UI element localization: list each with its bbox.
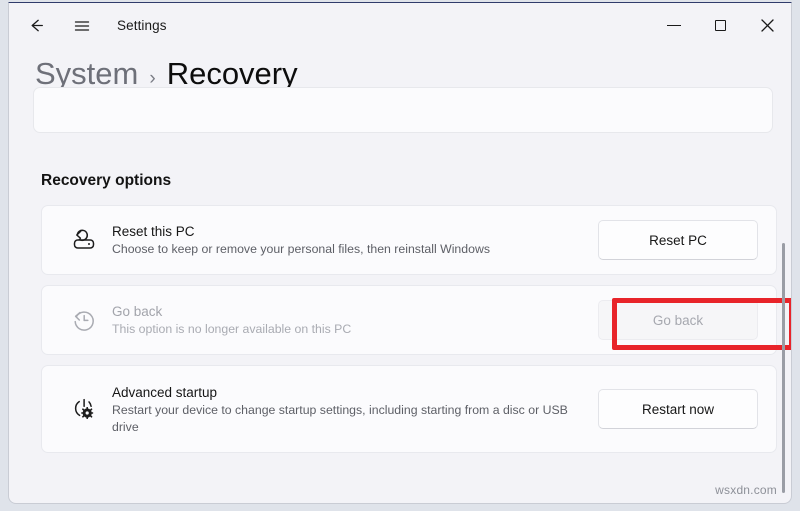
history-clock-icon [62,306,106,334]
scrolled-off-card[interactable] [33,87,773,133]
go-back-button: Go back [598,300,758,340]
scrolled-off-card-text [106,88,109,100]
section-heading: Recovery options [41,172,172,189]
close-button[interactable] [744,3,791,48]
restart-now-button[interactable]: Restart now [598,389,758,429]
minimize-button[interactable] [650,3,697,48]
hamburger-menu-button[interactable] [65,9,99,43]
settings-content-area: Recovery options Reset this PC Choose to… [9,87,791,503]
scrollbar-thumb[interactable] [782,243,785,493]
settings-window: Settings System › Recovery Recovery opti… [8,2,792,504]
hamburger-menu-icon [74,20,90,31]
option-text-go-back: Go back This option is no longer availab… [106,302,598,338]
title-bar: Settings [9,3,791,48]
minimize-icon [666,24,681,27]
close-icon [761,19,774,32]
vertical-scrollbar[interactable] [779,205,788,503]
option-row-advanced-startup[interactable]: Advanced startup Restart your device to … [41,365,777,453]
maximize-button[interactable] [697,3,744,48]
watermark: wsxdn.com [715,483,777,497]
option-title: Advanced startup [112,384,218,400]
back-button[interactable] [19,9,53,43]
reset-pc-button[interactable]: Reset PC [598,220,758,260]
option-description: Restart your device to change startup se… [112,402,568,434]
reset-pc-icon [62,226,106,254]
power-gear-icon [62,395,106,423]
option-text-reset-this-pc: Reset this PC Choose to keep or remove y… [106,222,598,258]
option-description: Choose to keep or remove your personal f… [112,242,490,256]
app-title: Settings [117,18,167,33]
option-row-reset-this-pc[interactable]: Reset this PC Choose to keep or remove y… [41,205,777,275]
maximize-icon [715,20,726,31]
back-arrow-icon [31,19,43,32]
option-text-advanced-startup: Advanced startup Restart your device to … [106,383,598,436]
option-title: Go back [112,304,163,319]
option-row-go-back: Go back This option is no longer availab… [41,285,791,355]
option-title: Reset this PC [112,224,195,239]
option-description: This option is no longer available on th… [112,322,352,336]
window-controls [650,3,791,48]
